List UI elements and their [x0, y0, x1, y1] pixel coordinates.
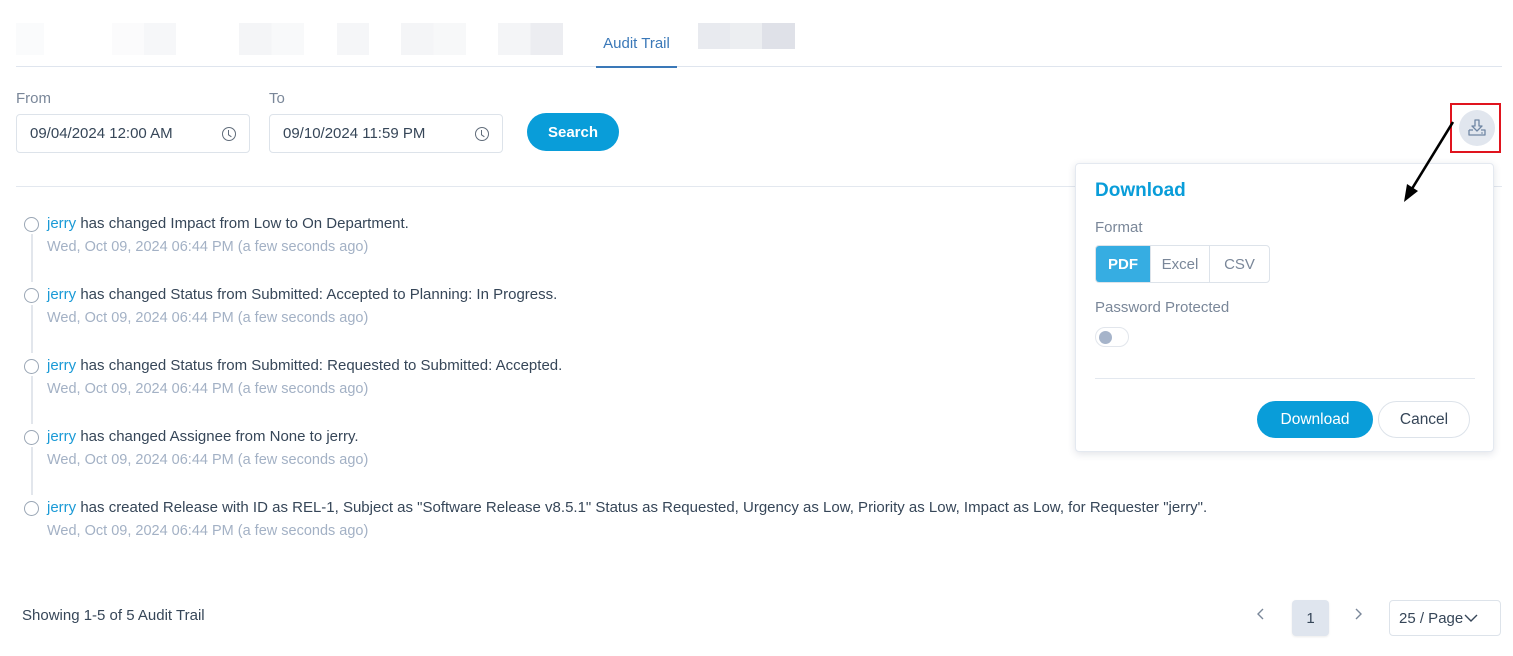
- user-link[interactable]: jerry: [47, 215, 76, 232]
- to-date-input[interactable]: 09/10/2024 11:59 PM: [269, 114, 503, 153]
- timeline-dot-icon: [24, 359, 39, 374]
- pagination-page-1[interactable]: 1: [1292, 600, 1329, 636]
- format-option-csv[interactable]: CSV: [1210, 246, 1269, 282]
- divider: [1095, 378, 1475, 379]
- tab-redacted[interactable]: [112, 23, 176, 55]
- tab-audit-trail[interactable]: Audit Trail: [596, 23, 677, 68]
- showing-count: Showing 1-5 of 5 Audit Trail: [22, 607, 205, 624]
- timeline-connector: [31, 447, 33, 495]
- tab-redacted[interactable]: [401, 23, 466, 55]
- tab-redacted[interactable]: [337, 23, 369, 55]
- timeline-dot-icon: [24, 430, 39, 445]
- chevron-left-icon: [1257, 608, 1264, 620]
- download-icon-button[interactable]: [1459, 110, 1495, 146]
- popover-title: Download: [1095, 180, 1186, 201]
- format-label: Format: [1095, 219, 1143, 236]
- timeline-dot-icon: [24, 501, 39, 516]
- tab-redacted[interactable]: [239, 23, 304, 55]
- from-date-value: 09/04/2024 12:00 AM: [30, 125, 173, 142]
- audit-entry-message: jerry has created Release with ID as REL…: [47, 496, 1424, 520]
- chevron-right-icon: [1355, 608, 1362, 620]
- download-icon: [1468, 119, 1486, 136]
- tab-redacted[interactable]: [698, 23, 795, 49]
- tab-redacted[interactable]: [498, 23, 563, 55]
- format-option-pdf[interactable]: PDF: [1096, 246, 1151, 282]
- search-button[interactable]: Search: [527, 113, 619, 151]
- audit-entry-text: has created Release with ID as REL-1, Su…: [76, 499, 1208, 516]
- download-highlight-box: [1450, 103, 1501, 153]
- format-selector: PDF Excel CSV: [1095, 245, 1270, 283]
- page-size-select[interactable]: 25 / Page: [1389, 600, 1501, 636]
- user-link[interactable]: jerry: [47, 286, 76, 303]
- user-link[interactable]: jerry: [47, 428, 76, 445]
- pagination-prev-button[interactable]: [1256, 605, 1266, 626]
- audit-entry-text: has changed Impact from Low to On Depart…: [76, 215, 409, 232]
- audit-entry-text: has changed Status from Submitted: Reque…: [76, 357, 563, 374]
- from-date-input[interactable]: 09/04/2024 12:00 AM: [16, 114, 250, 153]
- from-label: From: [16, 90, 51, 107]
- to-date-value: 09/10/2024 11:59 PM: [283, 125, 426, 142]
- toggle-knob: [1099, 331, 1112, 344]
- cancel-button[interactable]: Cancel: [1378, 401, 1470, 438]
- download-button[interactable]: Download: [1257, 401, 1373, 438]
- clock-icon[interactable]: [475, 126, 489, 141]
- to-label: To: [269, 90, 285, 107]
- download-popover: Download Format PDF Excel CSV Password P…: [1075, 163, 1494, 452]
- password-protected-toggle[interactable]: [1095, 327, 1129, 347]
- tab-redacted[interactable]: [16, 23, 44, 55]
- format-option-excel[interactable]: Excel: [1151, 246, 1210, 282]
- divider: [16, 186, 1076, 187]
- page-size-value: 25 / Page: [1399, 609, 1464, 627]
- timeline-dot-icon: [24, 217, 39, 232]
- user-link[interactable]: jerry: [47, 357, 76, 374]
- audit-entry-text: has changed Status from Submitted: Accep…: [76, 286, 558, 303]
- clock-icon[interactable]: [222, 126, 236, 141]
- timeline-connector: [31, 305, 33, 353]
- timeline-connector: [31, 376, 33, 424]
- password-protected-label: Password Protected: [1095, 299, 1230, 316]
- timeline-connector: [31, 234, 33, 282]
- user-link[interactable]: jerry: [47, 499, 76, 516]
- audit-entry-time: Wed, Oct 09, 2024 06:44 PM (a few second…: [47, 523, 369, 539]
- audit-entry: jerry has created Release with ID as REL…: [24, 496, 1424, 567]
- pagination-next-button[interactable]: [1353, 605, 1363, 626]
- audit-entry-time: Wed, Oct 09, 2024 06:44 PM (a few second…: [47, 452, 369, 468]
- tab-bar: Audit Trail: [16, 0, 1502, 68]
- chevron-down-icon: [1464, 614, 1478, 622]
- audit-entry-text: has changed Assignee from None to jerry.: [76, 428, 359, 445]
- divider: [1494, 186, 1502, 187]
- timeline-dot-icon: [24, 288, 39, 303]
